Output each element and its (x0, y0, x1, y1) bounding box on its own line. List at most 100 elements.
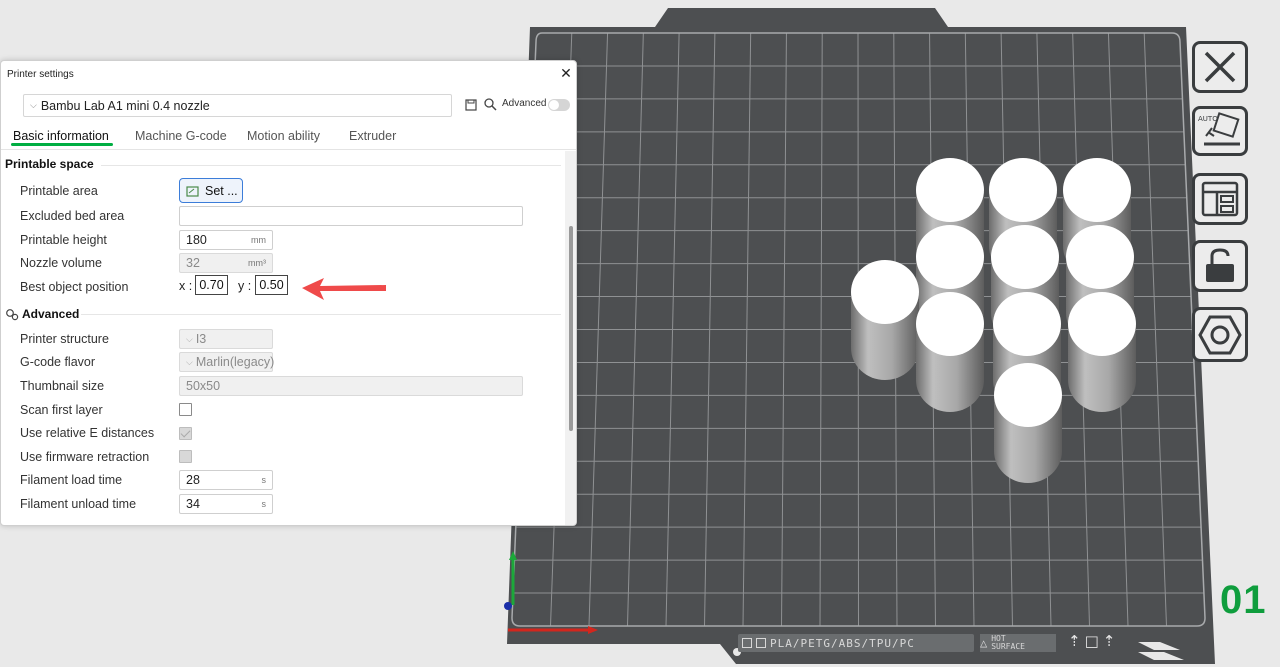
scan-first-layer-label: Scan first layer (20, 403, 103, 417)
printer-structure-value: I3 (195, 332, 207, 346)
section-divider (81, 314, 561, 315)
surface-label: PLA/PETG/ABS/TPU/PC (738, 634, 974, 652)
tab-motion-ability[interactable]: Motion ability (247, 129, 320, 143)
plate-number: 01 (1220, 578, 1267, 622)
active-tab-indicator (11, 143, 113, 146)
cylinder-top[interactable] (916, 225, 984, 289)
printable-height-label: Printable height (20, 233, 107, 247)
scan-first-layer-checkbox[interactable] (179, 403, 192, 416)
thumbnail-size-field: 50x50 (179, 376, 523, 396)
close-icon (1204, 51, 1236, 83)
chevron-down-icon: ⌵ (186, 356, 193, 367)
x-value: 0.70 (199, 278, 224, 292)
firmware-retraction-label: Use firmware retraction (20, 450, 150, 464)
relative-e-checkbox (179, 427, 192, 440)
advanced-toggle[interactable] (548, 99, 570, 111)
cylinder-top[interactable] (916, 158, 984, 222)
close-icon: ✕ (560, 65, 572, 81)
thumbnail-size-value: 50x50 (186, 379, 221, 393)
arrange-icon (1201, 181, 1239, 217)
unit-mm3: mm³ (248, 258, 266, 268)
hot-surface-line2: SURFACE (991, 642, 1025, 651)
printable-area-label: Printable area (20, 184, 98, 198)
auto-orient-icon: AUTO (1198, 112, 1240, 146)
hot-surface-label: △ HOT SURFACE (980, 634, 1056, 652)
tabs-divider (1, 149, 576, 150)
surface-text: PLA/PETG/ABS/TPU/PC (770, 636, 915, 650)
x-label: x : (179, 279, 193, 293)
section-printable-space: Printable space (5, 157, 94, 171)
printer-preset-value: Bambu Lab A1 mini 0.4 nozzle (40, 98, 210, 113)
cylinder-top[interactable] (916, 292, 984, 356)
cylinder-top[interactable] (1066, 225, 1134, 289)
dialog-title: Printer settings (7, 69, 74, 80)
hexagon-nut-icon (1198, 315, 1242, 354)
nozzle-volume-field: 32 mm³ (179, 253, 273, 273)
best-position-x-field[interactable]: 0.70 (195, 275, 228, 295)
gcode-flavor-value: Marlin(legacy) (195, 355, 275, 369)
tab-machine-gcode[interactable]: Machine G-code (135, 129, 227, 143)
close-plate-button[interactable] (1192, 41, 1248, 93)
printable-height-value: 180 (186, 233, 207, 247)
filament-load-time-field[interactable]: 28 s (179, 470, 273, 490)
filament-unload-time-label: Filament unload time (20, 497, 137, 511)
search-icon[interactable] (484, 98, 497, 111)
chevron-down-icon: ⌵ (186, 333, 193, 344)
cylinder-top[interactable] (1063, 158, 1131, 222)
warning-triangle-icon: △ (980, 636, 988, 650)
cylinder-top[interactable] (994, 363, 1062, 427)
advanced-label: Advanced (502, 98, 547, 109)
cylinder-top[interactable] (851, 260, 919, 324)
cylinder-top[interactable] (991, 225, 1059, 289)
save-icon[interactable] (465, 99, 477, 111)
settings-content: Printable space Printable area Set ... E… (1, 151, 567, 525)
annotation-arrow (302, 278, 386, 300)
filament-unload-time-value: 34 (186, 497, 200, 511)
tab-extruder[interactable]: Extruder (349, 129, 396, 143)
filament-load-time-label: Filament load time (20, 473, 123, 487)
section-advanced: Advanced (22, 307, 80, 321)
gcode-flavor-select: ⌵ Marlin(legacy) (179, 352, 275, 372)
printer-structure-select: ⌵ I3 (179, 329, 273, 349)
cylinder-top[interactable] (993, 292, 1061, 356)
arrange-button[interactable] (1192, 173, 1248, 225)
origin-point (504, 602, 512, 610)
lock-icon (1206, 248, 1234, 282)
lock-button[interactable] (1192, 240, 1248, 292)
cylinder-top[interactable] (1068, 292, 1136, 356)
unit-seconds: s (261, 499, 267, 509)
gcode-flavor-label: G-code flavor (20, 355, 96, 369)
printer-structure-label: Printer structure (20, 332, 109, 346)
filament-unload-time-field[interactable]: 34 s (179, 494, 273, 514)
y-value: 0.50 (259, 278, 284, 292)
firmware-retraction-checkbox (179, 450, 192, 463)
printer-preset-select[interactable]: ⌵ Bambu Lab A1 mini 0.4 nozzle (23, 94, 452, 117)
excluded-bed-area-field[interactable] (179, 206, 523, 226)
section-divider (101, 165, 561, 166)
nozzle-volume-value: 32 (186, 256, 200, 270)
set-printable-area-button[interactable]: Set ... (179, 178, 243, 203)
arrow-up-icon: ⇡ (1102, 632, 1116, 650)
unit-mm: mm (251, 235, 266, 245)
square-icon: □ (1084, 632, 1099, 650)
thumbnail-size-label: Thumbnail size (20, 379, 105, 393)
nut-settings-button[interactable] (1192, 307, 1248, 362)
surface-square-icon (742, 638, 752, 648)
excluded-bed-area-label: Excluded bed area (20, 209, 125, 223)
unit-seconds: s (261, 475, 267, 485)
printer-settings-dialog: Printer settings ✕ ⌵ Bambu Lab A1 mini 0… (0, 60, 577, 526)
bed-shape-icon (186, 185, 199, 197)
svg-text:AUTO: AUTO (1198, 115, 1218, 123)
printable-height-field[interactable]: 180 mm (179, 230, 273, 250)
tab-basic-information[interactable]: Basic information (13, 129, 109, 143)
auto-orient-button[interactable]: AUTO (1192, 106, 1248, 156)
close-button[interactable]: ✕ (558, 65, 574, 81)
best-position-y-field[interactable]: 0.50 (255, 275, 288, 295)
relative-e-label: Use relative E distances (20, 426, 155, 440)
filament-load-time-value: 28 (186, 473, 200, 487)
scrollbar-thumb[interactable] (569, 226, 573, 431)
arrow-up-icon: ⇡ (1068, 632, 1081, 650)
cylinder-top[interactable] (989, 158, 1057, 222)
set-button-label: Set ... (205, 183, 238, 198)
advanced-gears-icon (6, 309, 19, 321)
